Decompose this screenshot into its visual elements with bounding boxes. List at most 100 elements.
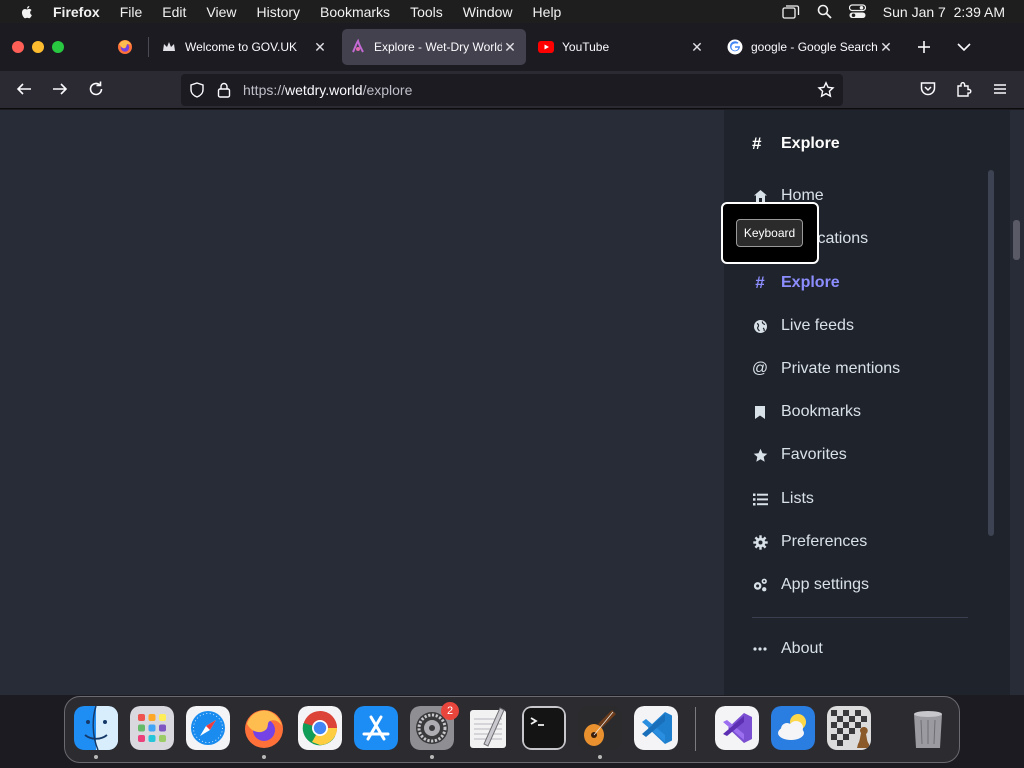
tab-strip: Welcome to GOV.UK ✕ Explore - Wet-Dry Wo…: [0, 23, 1024, 71]
finder-icon[interactable]: [74, 706, 118, 750]
textedit-icon[interactable]: [466, 706, 510, 750]
pinned-tab-firefox[interactable]: [112, 36, 138, 58]
nav-preferences[interactable]: Preferences: [752, 530, 867, 554]
hamburger-menu-icon[interactable]: [991, 80, 1009, 98]
back-arrow-icon[interactable]: [15, 80, 33, 98]
nav-item-label: Lists: [781, 490, 814, 507]
menu-file[interactable]: File: [120, 4, 143, 20]
close-tab-icon[interactable]: ✕: [878, 39, 894, 55]
keyboard-tooltip: Keyboard: [736, 219, 803, 247]
menu-tools[interactable]: Tools: [410, 4, 443, 20]
chevron-down-icon: [957, 43, 971, 52]
tab-title: google - Google Search: [751, 40, 878, 54]
zoom-window-button[interactable]: [52, 41, 64, 53]
firefox-dock-icon[interactable]: [242, 706, 286, 750]
tab-separator: [148, 37, 149, 57]
close-tab-icon[interactable]: ✕: [502, 39, 518, 55]
star-icon: [752, 447, 768, 463]
garageband-icon[interactable]: [578, 706, 622, 750]
launchpad-icon[interactable]: [130, 706, 174, 750]
tab-google-search[interactable]: google - Google Search ✕: [719, 29, 902, 65]
new-tab-button[interactable]: [914, 37, 934, 57]
extensions-puzzle-icon[interactable]: [955, 80, 973, 98]
forward-arrow-icon[interactable]: [51, 80, 69, 98]
reload-icon[interactable]: [87, 80, 105, 98]
nav-app-settings[interactable]: App settings: [752, 573, 869, 597]
window-switch-icon[interactable]: [782, 4, 800, 19]
globe-icon: [752, 318, 768, 334]
url-scheme: https://: [243, 82, 286, 98]
running-indicator: [94, 755, 98, 759]
terminal-icon[interactable]: [522, 706, 566, 750]
menu-help[interactable]: Help: [533, 4, 562, 20]
menu-view[interactable]: View: [206, 4, 236, 20]
trash-icon[interactable]: [906, 706, 950, 750]
hashtag-icon: #: [752, 134, 762, 153]
close-window-button[interactable]: [12, 41, 24, 53]
chess-icon[interactable]: [827, 706, 871, 750]
safari-icon[interactable]: [186, 706, 230, 750]
visual-studio-icon[interactable]: [715, 706, 759, 750]
at-icon: @: [751, 360, 769, 377]
tab-gov-uk[interactable]: Welcome to GOV.UK ✕: [153, 29, 336, 65]
url-text[interactable]: https://wetdry.world/explore: [243, 82, 412, 98]
nav-item-label: Bookmarks: [781, 403, 862, 420]
page-scrollbar[interactable]: [1013, 220, 1020, 260]
menu-history[interactable]: History: [256, 4, 300, 20]
chrome-icon[interactable]: [298, 706, 342, 750]
bookmark-star-icon[interactable]: [817, 81, 835, 99]
app-store-icon[interactable]: [354, 706, 398, 750]
nav-panel-scrollbar[interactable]: [988, 170, 994, 536]
cogs-icon: [752, 577, 768, 593]
window-controls: [12, 41, 64, 53]
running-indicator: [598, 755, 602, 759]
list-all-tabs-button[interactable]: [954, 37, 974, 57]
menu-bookmarks[interactable]: Bookmarks: [320, 4, 390, 20]
google-icon: [727, 39, 743, 55]
wet-dry-world-icon: [350, 39, 366, 55]
menu-window[interactable]: Window: [463, 4, 513, 20]
nav-divider: [752, 617, 968, 618]
tab-youtube[interactable]: YouTube ✕: [530, 29, 713, 65]
nav-explore[interactable]: # Explore: [752, 271, 839, 295]
plus-icon: [918, 41, 930, 53]
nav-private-mentions[interactable]: @ Private mentions: [752, 357, 900, 381]
nav-item-label: Live feeds: [781, 317, 854, 334]
gear-icon: [752, 534, 768, 550]
navigation-toolbar: https://wetdry.world/explore: [0, 71, 1024, 109]
address-bar[interactable]: https://wetdry.world/explore: [181, 74, 843, 106]
nav-favorites[interactable]: Favorites: [752, 443, 847, 467]
list-icon: [752, 491, 768, 507]
nav-about[interactable]: About: [752, 637, 823, 661]
nav-live-feeds[interactable]: Live feeds: [752, 314, 854, 338]
column-header[interactable]: # Explore: [752, 134, 840, 154]
running-indicator: [430, 755, 434, 759]
pocket-icon[interactable]: [919, 80, 937, 98]
menu-app-name[interactable]: Firefox: [53, 4, 100, 20]
dock-separator: [695, 707, 696, 751]
nav-bookmarks[interactable]: Bookmarks: [752, 400, 861, 424]
nav-item-label: Favorites: [781, 446, 847, 463]
close-tab-icon[interactable]: ✕: [312, 39, 328, 55]
macos-dock: 2: [64, 696, 960, 763]
nav-lists[interactable]: Lists: [752, 487, 814, 511]
menu-edit[interactable]: Edit: [162, 4, 186, 20]
url-path: /explore: [362, 82, 413, 98]
navigation-panel: # Explore Home Notifications # Explore L…: [724, 110, 1010, 695]
control-center-icon[interactable]: [848, 4, 866, 19]
running-indicator: [262, 755, 266, 759]
close-tab-icon[interactable]: ✕: [689, 39, 705, 55]
vscode-icon[interactable]: [634, 706, 678, 750]
lock-icon[interactable]: [217, 82, 231, 98]
spotlight-search-icon[interactable]: [817, 4, 832, 19]
tracking-protection-shield-icon[interactable]: [189, 82, 205, 98]
url-domain: wetdry.world: [285, 82, 363, 98]
page-content: # Explore Home Notifications # Explore L…: [0, 110, 1024, 695]
crown-icon: [161, 39, 177, 55]
column-header-title: Explore: [781, 135, 840, 152]
tab-wet-dry-world[interactable]: Explore - Wet-Dry World ✕: [342, 29, 526, 65]
weather-icon[interactable]: [771, 706, 815, 750]
apple-logo-icon[interactable]: [19, 4, 35, 20]
menubar-clock[interactable]: Sun Jan 7 2:39 AM: [883, 4, 1005, 20]
minimize-window-button[interactable]: [32, 41, 44, 53]
